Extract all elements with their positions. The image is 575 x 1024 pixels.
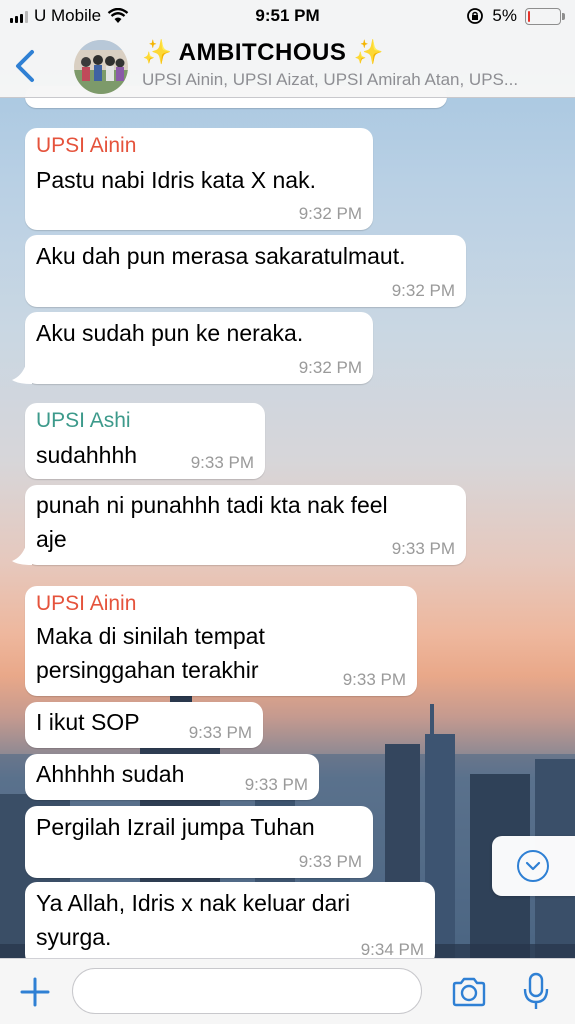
chevron-down-icon <box>517 850 549 882</box>
message-bubble[interactable]: Ya Allah, Idris x nak keluar dari syurga… <box>25 882 435 966</box>
orientation-lock-icon <box>467 8 484 24</box>
message-time: 9:34 PM <box>360 940 424 959</box>
message-text: Aku sudah pun ke neraka. <box>36 320 304 346</box>
bubble-tail <box>12 364 32 384</box>
message-bubble[interactable]: I ikut SOP 9:33 PM <box>25 702 263 748</box>
message-time: 9:33 PM <box>188 723 252 742</box>
microphone-icon[interactable] <box>520 971 552 1011</box>
message-bubble[interactable]: punah ni punahhh tadi kta nak feel aje 9… <box>25 485 466 565</box>
message-time: 9:33 PM <box>391 539 455 558</box>
back-chevron-icon[interactable] <box>8 46 44 86</box>
sparkles-icon: ✨ <box>142 39 173 66</box>
message-bubble[interactable]: Aku dah pun merasa sakaratulmaut. 9:32 P… <box>25 235 466 307</box>
message-text: Pastu nabi Idris kata X nak. <box>36 167 316 193</box>
message-text: Maka di sinilah tempat <box>36 623 265 649</box>
message-text: sudahhhh <box>36 442 138 468</box>
sparkles-icon: ✨ <box>353 39 384 66</box>
message-bubble[interactable]: Aku sudah pun ke neraka. 9:32 PM <box>25 312 373 384</box>
group-name: AMBITCHOUS <box>178 39 347 66</box>
message-text: Aku dah pun merasa sakaratulmaut. <box>36 243 406 269</box>
message-time: 9:33 PM <box>298 852 362 871</box>
message-time: 9:33 PM <box>244 775 308 794</box>
message-text: syurga. <box>36 924 112 950</box>
navigation-bar: U Mobile 9:51 PM 5% ✨ AMBITCHOUS ✨ UPSI … <box>0 0 575 98</box>
message-time: 9:33 PM <box>342 670 406 689</box>
status-bar: U Mobile 9:51 PM 5% <box>0 0 575 34</box>
message-bubble[interactable]: UPSI Ainin Maka di sinilah tempat persin… <box>25 586 417 696</box>
message-bubble[interactable]: Pergilah Izrail jumpa Tuhan 9:33 PM <box>25 806 373 878</box>
attach-plus-icon[interactable] <box>18 975 52 1009</box>
battery-icon <box>525 7 565 25</box>
message-sender[interactable]: UPSI Ashi <box>36 409 131 433</box>
message-text: Pergilah Izrail jumpa Tuhan <box>36 814 315 840</box>
bubble-tail <box>12 545 32 565</box>
message-text: punah ni punahhh tadi kta nak feel <box>36 492 388 518</box>
message-text: I ikut SOP <box>36 709 140 735</box>
chat-message-list[interactable]: UPSI Ainin Pastu nabi Idris kata X nak. … <box>0 86 575 966</box>
message-text: Ahhhhh sudah <box>36 761 185 787</box>
group-title[interactable]: ✨ AMBITCHOUS ✨ <box>142 38 384 67</box>
message-text: aje <box>36 526 67 552</box>
message-sender[interactable]: UPSI Ainin <box>36 592 136 616</box>
message-time: 9:32 PM <box>298 204 362 223</box>
group-avatar[interactable] <box>74 40 128 94</box>
scroll-to-bottom-button[interactable] <box>492 836 575 896</box>
message-time: 9:32 PM <box>391 281 455 300</box>
message-bubble[interactable]: Ahhhhh sudah 9:33 PM <box>25 754 319 800</box>
camera-icon[interactable] <box>450 973 488 1011</box>
message-time: 9:32 PM <box>298 358 362 377</box>
message-time: 9:33 PM <box>190 453 254 472</box>
message-input-bar <box>0 958 575 1024</box>
message-text: persinggahan terakhir <box>36 657 259 683</box>
message-input[interactable] <box>72 968 422 1014</box>
battery-percent: 5% <box>492 6 517 25</box>
message-bubble[interactable]: UPSI Ashi sudahhhh 9:33 PM <box>25 403 265 479</box>
group-members-list[interactable]: UPSI Ainin, UPSI Aizat, UPSI Amirah Atan… <box>142 70 562 90</box>
message-sender[interactable]: UPSI Ainin <box>36 134 136 158</box>
message-bubble[interactable]: UPSI Ainin Pastu nabi Idris kata X nak. … <box>25 128 373 230</box>
message-text: Ya Allah, Idris x nak keluar dari <box>36 890 351 916</box>
